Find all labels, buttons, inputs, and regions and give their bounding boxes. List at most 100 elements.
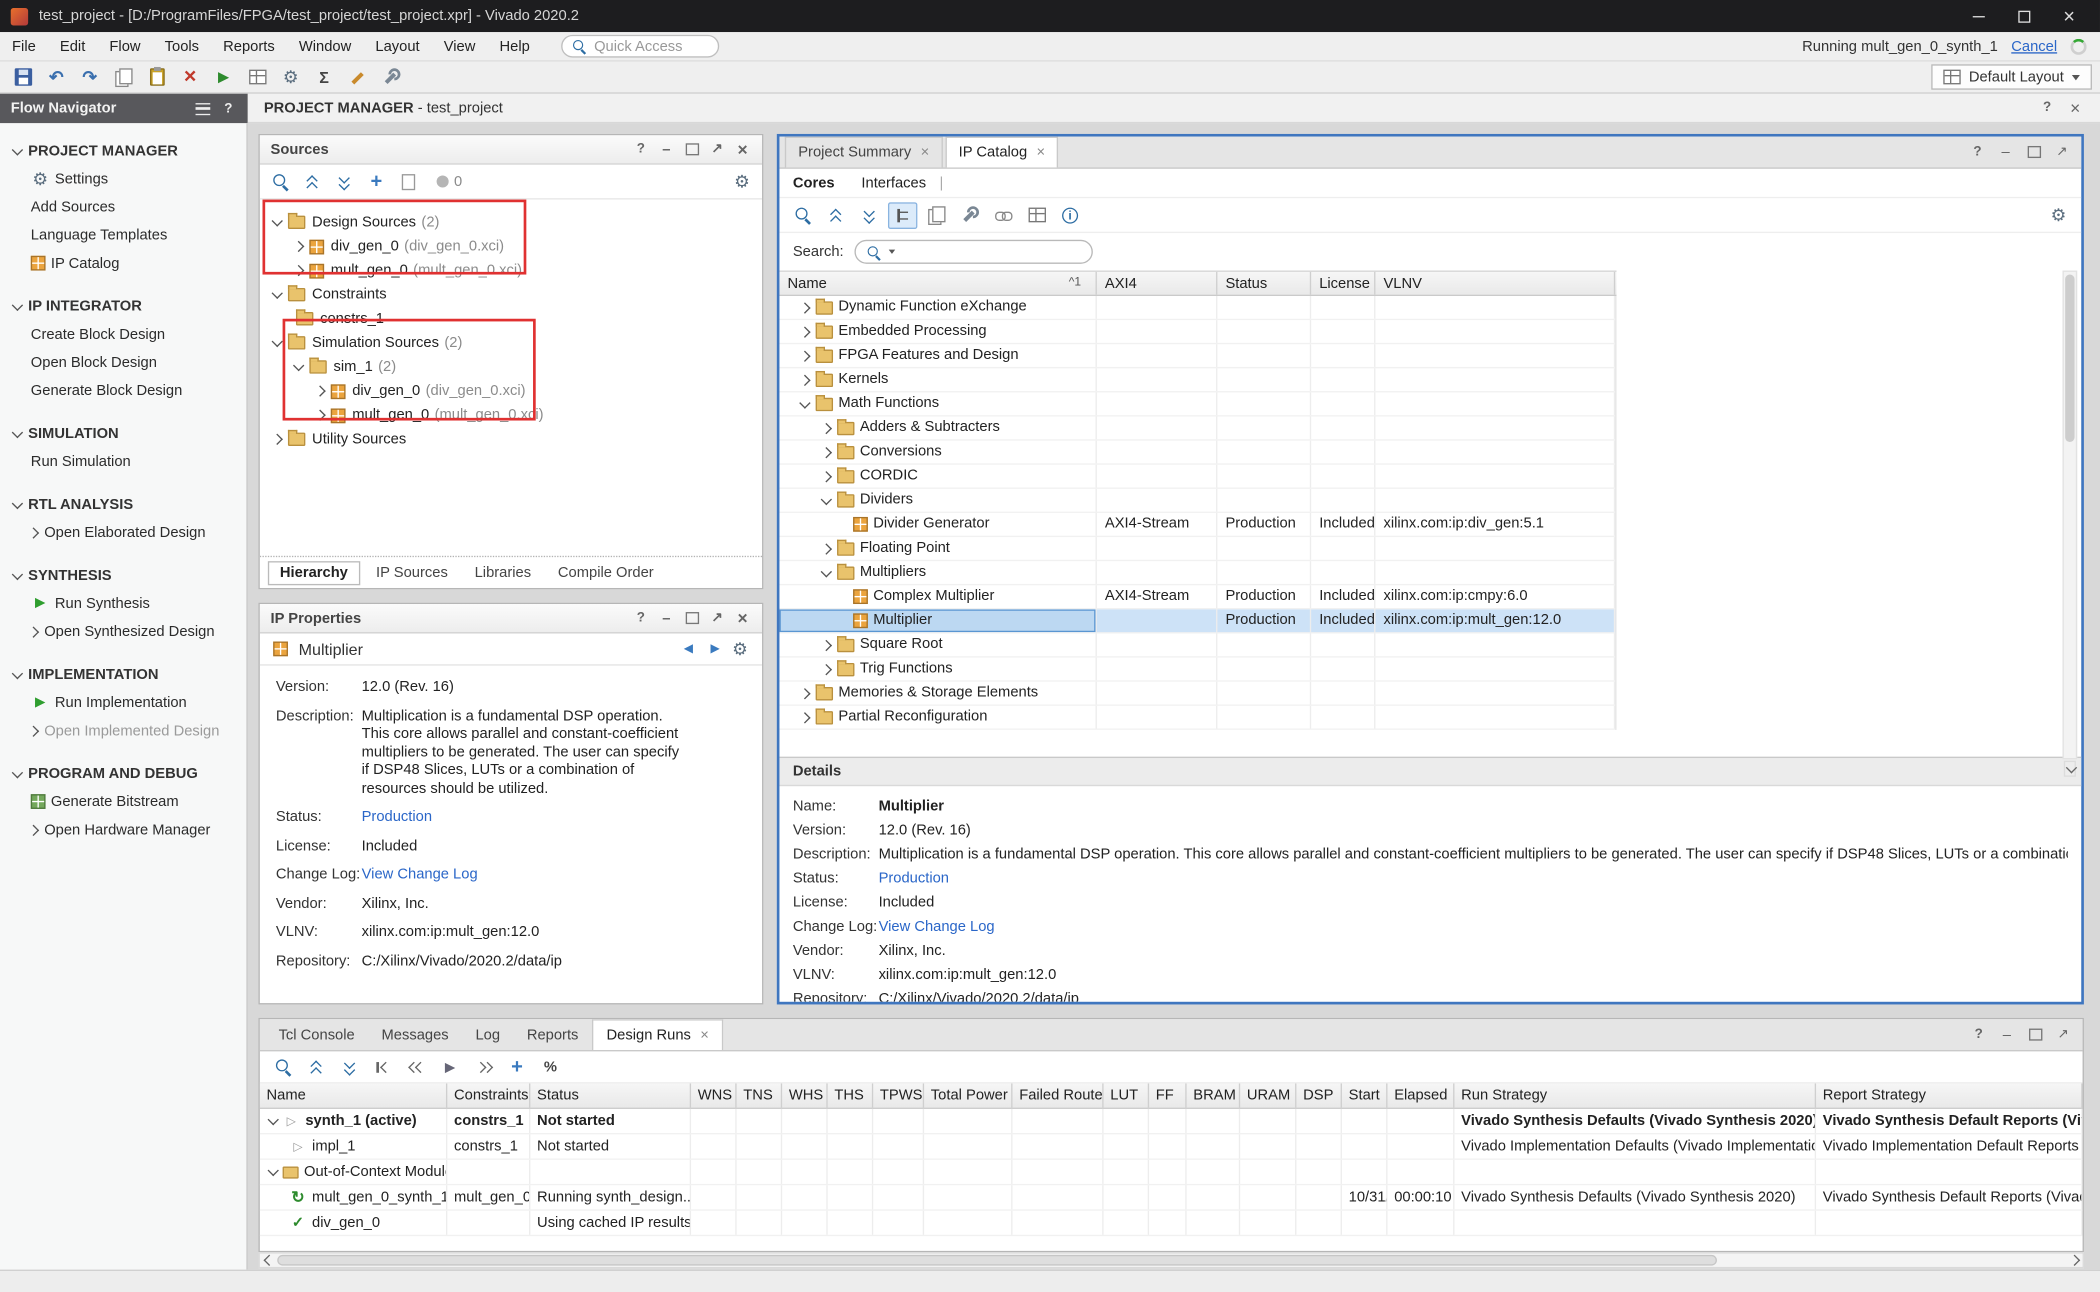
column-header[interactable]: LUT xyxy=(1104,1083,1150,1107)
expand-icon[interactable] xyxy=(271,216,284,229)
bottom-tab[interactable]: Design Runs xyxy=(592,1019,724,1050)
flow-nav-item[interactable]: SYNTHESIS xyxy=(0,561,246,589)
expand-icon[interactable] xyxy=(820,469,833,482)
float-icon[interactable] xyxy=(2053,143,2070,160)
close-tab-icon[interactable] xyxy=(1037,145,1046,161)
catalog-row[interactable]: CORDIC xyxy=(779,465,1616,489)
copy-button[interactable] xyxy=(108,64,137,91)
close-tab-icon[interactable] xyxy=(921,145,930,161)
column-header[interactable]: Report Strategy xyxy=(1816,1083,2083,1107)
menu-item[interactable]: Flow xyxy=(97,32,152,60)
float-icon[interactable] xyxy=(2054,1026,2071,1043)
column-header[interactable]: VLNV xyxy=(1375,272,1615,295)
launch-runs-button[interactable] xyxy=(435,1053,464,1080)
catalog-row[interactable]: Multiplier Production Included xilinx.co… xyxy=(779,609,1616,633)
collapse-all-button[interactable] xyxy=(301,1053,330,1080)
flow-nav-item[interactable]: Open Block Design xyxy=(0,348,246,376)
ip-info-button[interactable] xyxy=(1055,202,1084,229)
column-header[interactable]: Total Power xyxy=(924,1083,1012,1107)
sources-view-tab[interactable]: IP Sources xyxy=(365,562,458,583)
flow-nav-item[interactable]: Generate Bitstream xyxy=(0,787,246,815)
minimize-icon[interactable] xyxy=(1998,1026,2015,1043)
flow-nav-item[interactable]: RTL ANALYSIS xyxy=(0,490,246,518)
reset-runs-button[interactable] xyxy=(368,1053,397,1080)
catalog-row[interactable]: Partial Reconfiguration xyxy=(779,706,1616,730)
scroll-left-button[interactable] xyxy=(260,1254,277,1267)
flow-nav-item[interactable]: Open Implemented Design xyxy=(0,717,246,745)
back-icon[interactable] xyxy=(678,638,699,659)
maximize-icon[interactable] xyxy=(2025,143,2042,160)
source-tree-item[interactable]: Design Sources (2) xyxy=(260,210,762,234)
column-header[interactable]: THS xyxy=(828,1083,874,1107)
search-button[interactable] xyxy=(268,1053,297,1080)
column-header[interactable]: DSP xyxy=(1296,1083,1342,1107)
flow-nav-item[interactable]: Generate Block Design xyxy=(0,376,246,404)
bottom-tab[interactable]: Reports xyxy=(513,1019,591,1050)
menu-icon[interactable] xyxy=(196,102,211,114)
help-icon[interactable] xyxy=(632,141,649,158)
expand-icon[interactable] xyxy=(820,662,833,675)
help-icon[interactable] xyxy=(2038,99,2055,116)
search-button[interactable] xyxy=(265,168,294,195)
flow-nav-item[interactable]: Add Sources xyxy=(0,193,246,221)
menu-item[interactable]: View xyxy=(432,32,488,60)
delete-button[interactable] xyxy=(175,64,204,91)
settings-button[interactable] xyxy=(276,64,305,91)
catalog-row[interactable]: Memories & Storage Elements xyxy=(779,682,1616,706)
collapse-all-button[interactable] xyxy=(821,202,850,229)
design-run-row[interactable]: mult_gen_0_synth_1 mult_gen_0 Running sy… xyxy=(260,1185,2083,1210)
minimize-icon[interactable] xyxy=(658,609,675,626)
flow-nav-item[interactable]: IP Catalog xyxy=(0,249,246,277)
add-sources-button[interactable] xyxy=(362,168,391,195)
group-by-hierarchy-button[interactable] xyxy=(888,202,917,229)
expand-icon[interactable] xyxy=(292,360,305,373)
source-tree-item[interactable]: mult_gen_0 (mult_gen_0.xci) xyxy=(260,403,762,427)
column-header[interactable]: Failed Routes xyxy=(1012,1083,1103,1107)
column-header[interactable]: Start xyxy=(1342,1083,1388,1107)
menu-item[interactable]: File xyxy=(0,32,48,60)
flow-nav-item[interactable]: Language Templates xyxy=(0,221,246,249)
source-tree-item[interactable]: div_gen_0 (div_gen_0.xci) xyxy=(260,234,762,258)
close-window-button[interactable] xyxy=(2049,3,2089,30)
expand-icon[interactable] xyxy=(820,566,833,579)
expand-icon[interactable] xyxy=(820,494,833,507)
expand-icon[interactable] xyxy=(798,301,811,314)
sources-view-tab[interactable]: Compile Order xyxy=(547,562,664,583)
float-icon[interactable] xyxy=(708,609,725,626)
column-header[interactable]: WNS xyxy=(691,1083,737,1107)
maximize-window-button[interactable] xyxy=(2004,3,2044,30)
expand-icon[interactable] xyxy=(820,421,833,434)
flow-nav-item[interactable]: Settings xyxy=(0,165,246,193)
flow-nav-item[interactable]: SIMULATION xyxy=(0,419,246,447)
percentage-button[interactable] xyxy=(536,1053,565,1080)
editor-tab[interactable]: Project Summary xyxy=(785,137,943,168)
panel-settings-button[interactable] xyxy=(727,168,756,195)
column-header[interactable]: TPWS xyxy=(873,1083,924,1107)
menu-item[interactable]: Help xyxy=(487,32,541,60)
catalog-row[interactable]: Multipliers xyxy=(779,561,1616,585)
catalog-row[interactable]: Square Root xyxy=(779,633,1616,657)
close-icon[interactable] xyxy=(734,141,751,158)
catalog-row[interactable]: Trig Functions xyxy=(779,658,1616,682)
catalog-view-toggle[interactable]: Interfaces xyxy=(848,175,939,191)
catalog-search-input[interactable] xyxy=(854,240,1092,264)
bottom-tab[interactable]: Tcl Console xyxy=(265,1019,368,1050)
catalog-row[interactable]: Divider Generator AXI4-Stream Production… xyxy=(779,513,1616,537)
sources-view-tab[interactable]: Libraries xyxy=(464,562,542,583)
column-header[interactable]: Run Strategy xyxy=(1454,1083,1816,1107)
undo-button[interactable] xyxy=(42,64,71,91)
forward-icon[interactable] xyxy=(704,638,725,659)
help-icon[interactable] xyxy=(632,609,649,626)
menu-item[interactable]: Layout xyxy=(363,32,431,60)
expand-icon[interactable] xyxy=(798,686,811,699)
flow-nav-item[interactable]: Run Implementation xyxy=(0,688,246,716)
flow-nav-item[interactable]: IMPLEMENTATION xyxy=(0,660,246,688)
source-tree-item[interactable]: div_gen_0 (div_gen_0.xci) xyxy=(260,379,762,403)
source-tree-item[interactable]: Utility Sources xyxy=(260,427,762,451)
column-header[interactable]: Status xyxy=(1217,272,1311,295)
open-file-button[interactable] xyxy=(394,168,423,195)
expand-icon[interactable] xyxy=(798,710,811,723)
expand-all-button[interactable] xyxy=(335,1053,364,1080)
column-header[interactable]: Name xyxy=(779,272,1096,295)
cancel-run-link[interactable]: Cancel xyxy=(2011,38,2057,54)
